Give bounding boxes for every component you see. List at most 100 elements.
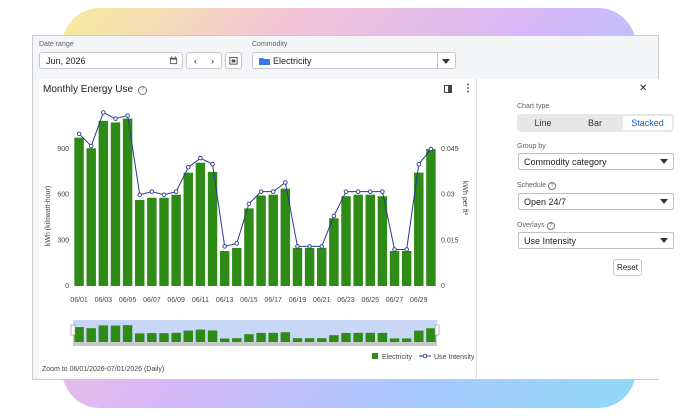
y-right-tick-label: 0.015 [441, 237, 459, 244]
line-point [76, 131, 82, 137]
navigator-bar [268, 332, 278, 342]
y-left-axis-label: kWh (kilowatt-hour) [45, 186, 52, 246]
line-point [125, 113, 130, 118]
navigator-bar [74, 327, 84, 342]
overlays-label: Overlays ? [517, 222, 555, 230]
x-tick-label: 06/09 [167, 297, 185, 304]
navigator-bar [207, 330, 218, 342]
legend-swatch-electricity [372, 353, 378, 359]
bar [219, 251, 230, 286]
bar [268, 194, 278, 286]
navigator-bar [110, 325, 121, 342]
bar [244, 208, 254, 286]
x-tick-label: 06/15 [240, 297, 258, 304]
navigator-bar [389, 338, 400, 342]
navigator-bar [280, 332, 291, 342]
x-tick-label: 06/05 [119, 297, 137, 304]
line-point [210, 162, 215, 167]
navigator-bar [401, 338, 412, 342]
y-left-tick-label: 900 [57, 146, 69, 153]
line-point [222, 244, 227, 249]
y-right-tick-label: 0.03 [441, 192, 455, 199]
navigator-bar [426, 328, 436, 342]
x-tick-label: 06/11 [192, 297, 209, 304]
chart-type-stacked[interactable]: Stacked [623, 116, 672, 130]
bar [353, 194, 363, 286]
navigator-bar [329, 335, 339, 342]
app-window: Date range Jun, 2026 ‹ › Commodity Elect… [32, 35, 674, 380]
help-icon[interactable]: ? [546, 222, 555, 230]
bar [329, 218, 339, 286]
line-point [331, 213, 337, 219]
y-right-axis-label: kWh per ft² [461, 181, 468, 216]
bar [292, 247, 303, 286]
x-tick-label: 06/23 [337, 297, 355, 304]
x-tick-label: 06/13 [216, 297, 234, 304]
group-by-value: Commodity category [524, 156, 607, 167]
bar [365, 194, 375, 286]
x-tick-label: 06/07 [143, 297, 161, 304]
bar [280, 188, 291, 286]
overlays-value: Use Intensity [524, 235, 577, 246]
chart-type-bar[interactable]: Bar [569, 114, 621, 132]
navigator-bar [317, 338, 327, 342]
line-point [416, 162, 422, 167]
bar [147, 197, 157, 286]
line-point [380, 189, 385, 194]
navigator-bar [353, 332, 363, 342]
chevron-down-icon [660, 159, 668, 164]
reset-button[interactable]: Reset [613, 259, 642, 276]
line-point [88, 143, 94, 149]
y-left-tick-label: 600 [57, 192, 69, 199]
schedule-select[interactable]: Open 24/7 [518, 193, 674, 210]
line-point [258, 189, 264, 194]
bar [86, 148, 96, 286]
bar [159, 197, 169, 286]
y-left-tick-label: 300 [57, 237, 69, 244]
line-point [101, 110, 106, 115]
navigator-bar [195, 329, 206, 342]
line-point [343, 189, 349, 194]
bar [317, 247, 327, 286]
x-tick-label: 06/27 [386, 297, 404, 304]
bar [74, 137, 84, 286]
line-point [198, 155, 203, 161]
legend-marker-use-intensity [422, 353, 428, 359]
schedule-label-text: Schedule [517, 182, 547, 189]
x-tick-label: 06/17 [264, 297, 282, 304]
line-point [137, 192, 142, 197]
navigator-bar [98, 325, 109, 342]
close-icon[interactable]: ✕ [639, 83, 647, 94]
line-point [319, 244, 324, 249]
bar [389, 251, 400, 286]
chart-type-toggle: Line Bar Stacked [517, 114, 674, 132]
x-tick-label: 06/29 [410, 297, 428, 304]
line-point [307, 244, 312, 249]
schedule-value: Open 24/7 [524, 196, 567, 207]
x-tick-label: 06/01 [70, 297, 88, 304]
bar [135, 200, 145, 286]
overlays-select[interactable]: Use Intensity [518, 232, 674, 249]
line-point [283, 180, 288, 185]
x-tick-label: 06/19 [289, 297, 307, 304]
line-point [295, 244, 300, 249]
navigator-bar [219, 338, 230, 342]
help-icon[interactable]: ? [548, 182, 557, 190]
chart-type-line[interactable]: Line [517, 114, 569, 132]
legend-label-use-intensity: Use Intensity [434, 354, 475, 361]
overlays-label-text: Overlays [517, 222, 545, 229]
line-point [113, 116, 118, 121]
line-point [173, 189, 179, 194]
bar [98, 120, 109, 287]
bar [171, 194, 181, 286]
y-right-tick-label: 0 [441, 283, 445, 290]
group-by-select[interactable]: Commodity category [518, 153, 674, 170]
navigator-bar [86, 328, 96, 342]
navigator-bar [171, 332, 181, 342]
line-point [149, 189, 155, 194]
navigator-bar [244, 334, 254, 342]
bar [401, 251, 412, 286]
navigator-bar [365, 332, 375, 342]
navigator-bar [232, 338, 242, 342]
bar [341, 196, 351, 286]
